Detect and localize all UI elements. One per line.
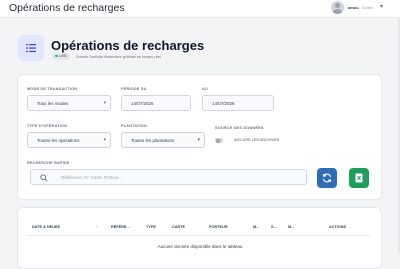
mode-select-value: Tous les modes xyxy=(37,101,69,106)
refresh-icon xyxy=(322,173,332,183)
page-subtitle: Suivez l'activité financière globale en … xyxy=(76,54,162,59)
column-header-holder[interactable]: PORTEUR xyxy=(209,225,228,229)
table-header-divider xyxy=(27,235,370,236)
chevron-down-icon: ▾ xyxy=(103,100,106,106)
from-date-input[interactable]: 14/07/2026 xyxy=(121,95,191,111)
chevron-down-icon[interactable]: ▾ xyxy=(380,3,383,10)
app-title: Opérations de recharges xyxy=(9,2,125,14)
to-date-label: AU xyxy=(202,87,208,91)
table-empty-message: Aucune donnée disponible dans le tableau xyxy=(157,244,243,249)
column-header-m2[interactable]: M... xyxy=(288,225,294,229)
column-header-type[interactable]: TYPE xyxy=(146,225,156,229)
search-icon xyxy=(40,174,48,182)
export-excel-button[interactable] xyxy=(349,168,369,188)
mode-label: MODE DE TRANSACTION xyxy=(27,87,78,91)
user-role: Admin xyxy=(362,5,374,10)
search-label: RECHERCHE RAPIDE xyxy=(27,161,70,165)
operation-type-value: Toutes les operations xyxy=(37,138,80,143)
to-date-value: 14/07/2026 xyxy=(212,101,235,106)
top-bar: Opérations de recharges amou Admin ▾ xyxy=(0,0,400,18)
from-date-label: PÉRIODE DU xyxy=(121,87,147,91)
include-archives-toggle[interactable] xyxy=(215,138,223,143)
avatar-body xyxy=(333,9,342,14)
page-title: Opérations de recharges xyxy=(51,38,205,53)
avatar-head xyxy=(335,3,340,8)
column-header-actions: ACTIONS xyxy=(329,225,347,229)
refresh-button[interactable] xyxy=(317,168,337,188)
include-archives-label: INCLURE LES ARCHIVES xyxy=(234,138,280,142)
plantation-value: Toutes les plantations xyxy=(131,138,175,143)
search-field[interactable] xyxy=(30,169,307,185)
to-date-input[interactable]: 14/07/2026 xyxy=(202,95,274,111)
column-header-s[interactable]: S... xyxy=(271,225,277,229)
column-header-reference[interactable]: RÉFÉRE... xyxy=(111,225,130,229)
operation-type-label: TYPE D'OPÉRATION xyxy=(27,124,68,128)
column-header-date[interactable]: DATE & HEURE xyxy=(32,225,60,229)
excel-export-icon xyxy=(355,173,363,183)
avatar[interactable] xyxy=(331,1,344,14)
chevron-down-icon: ▾ xyxy=(103,137,106,143)
plantation-label: PLANTATION xyxy=(121,124,147,128)
operation-type-select[interactable]: Toutes les operations ▾ xyxy=(27,132,111,148)
from-date-value: 14/07/2026 xyxy=(131,101,154,106)
operations-table xyxy=(17,207,382,269)
column-header-m1[interactable]: M... xyxy=(253,225,259,229)
list-icon xyxy=(17,34,45,62)
plantation-select[interactable]: Toutes les plantations ▾ xyxy=(121,132,205,148)
live-dot-icon xyxy=(55,54,58,58)
user-name[interactable]: amou xyxy=(348,5,359,10)
mode-select[interactable]: Tous les modes ▾ xyxy=(27,95,111,111)
data-source-label: SOURCE DES DONNÉES xyxy=(215,126,264,130)
column-header-card[interactable]: CARTE xyxy=(172,225,185,229)
search-input[interactable] xyxy=(61,173,301,182)
toggle-knob xyxy=(215,138,220,143)
live-badge: LIVE xyxy=(52,53,70,60)
live-badge-label: LIVE xyxy=(59,54,67,58)
chevron-down-icon: ▾ xyxy=(197,137,200,143)
sort-icon[interactable]: ↓ xyxy=(95,224,98,230)
